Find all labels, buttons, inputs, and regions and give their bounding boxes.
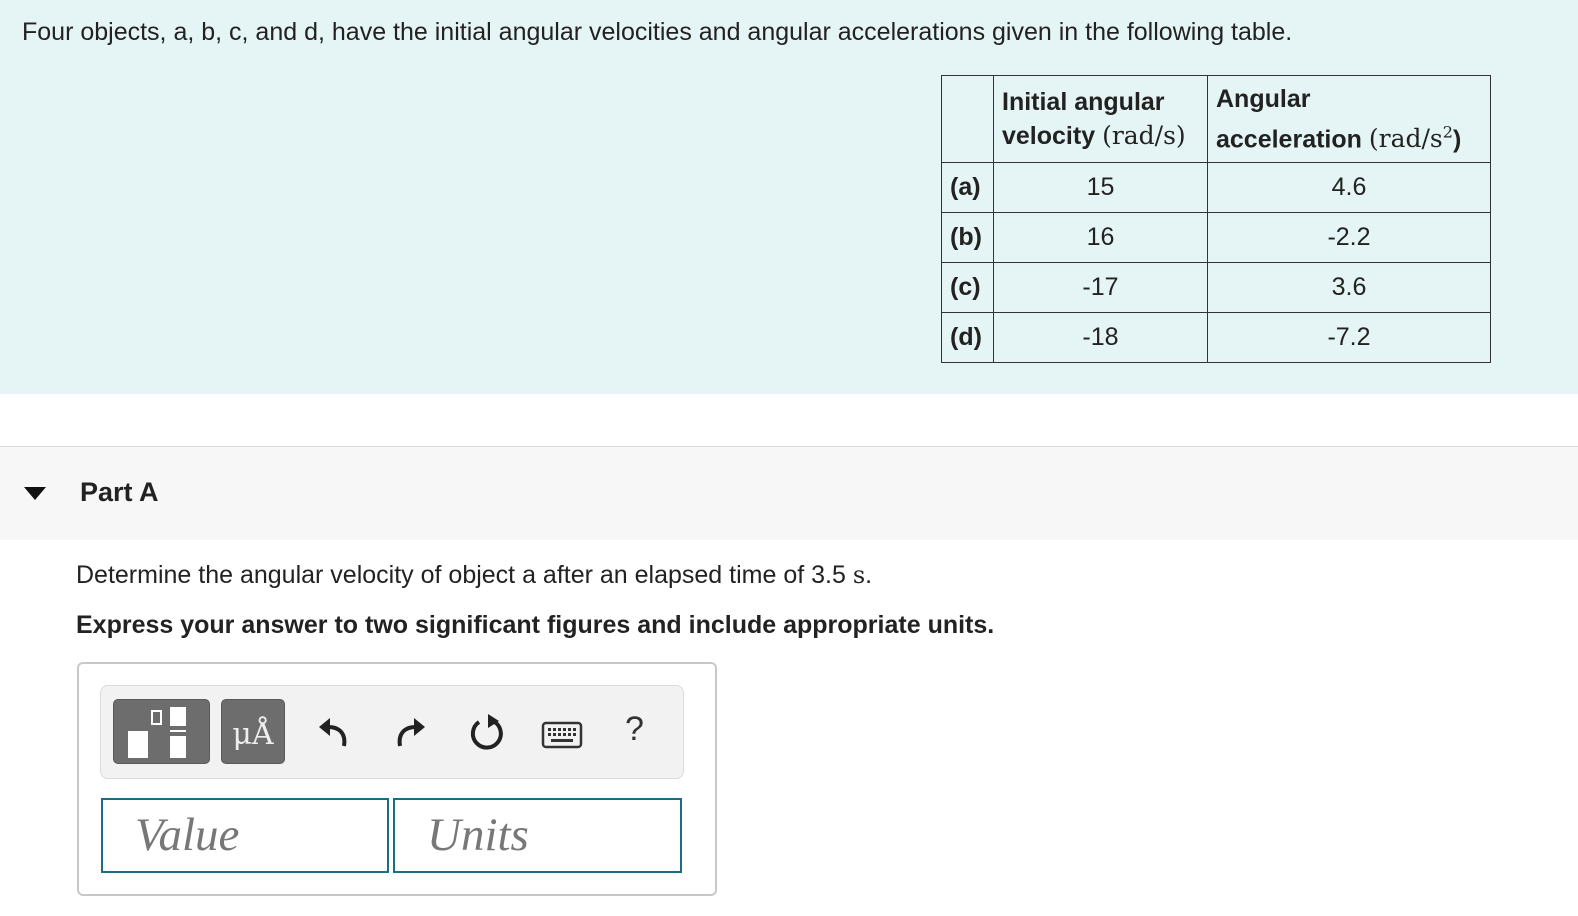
undo-icon: [319, 718, 347, 747]
row-label: (b): [941, 212, 994, 264]
row-velocity: -18: [993, 312, 1208, 364]
header-acceleration-unit-exp: 2: [1442, 123, 1453, 142]
row-velocity: 15: [993, 162, 1208, 214]
problem-intro-panel: Four objects, a, b, c, and d, have the i…: [0, 0, 1578, 394]
header-velocity-unit: (rad/s): [1102, 121, 1186, 151]
value-placeholder: Value: [135, 809, 240, 861]
table-row: (d) -18 -7.2: [941, 312, 1491, 364]
units-input[interactable]: Units: [393, 798, 682, 873]
units-icon: μÅ: [232, 717, 274, 752]
header-acceleration-word: acceleration: [1216, 125, 1362, 154]
redo-button[interactable]: [392, 712, 428, 752]
header-velocity-word: velocity: [1002, 122, 1096, 151]
part-title[interactable]: Part A: [80, 477, 159, 508]
question-text-main: Determine the angular velocity of object…: [76, 561, 853, 589]
table-row: (c) -17 3.6: [941, 262, 1491, 314]
redo-icon: [397, 718, 425, 747]
header-acceleration-unit: (rad/s2: [1368, 123, 1453, 154]
row-label: (a): [941, 162, 994, 214]
header-acceleration-line1: Angular: [1216, 85, 1311, 113]
question-text: Determine the angular velocity of object…: [76, 561, 872, 590]
header-acceleration-unit-post: ): [1452, 125, 1462, 154]
table-header-acceleration: Angular acceleration (rad/s2): [1207, 74, 1491, 164]
table-header-blank: [941, 74, 994, 164]
undo-button[interactable]: [316, 712, 352, 752]
row-velocity: 16: [993, 212, 1208, 264]
keyboard-button[interactable]: [541, 720, 583, 750]
row-acceleration: -7.2: [1207, 312, 1491, 364]
row-acceleration: -2.2: [1207, 212, 1491, 264]
reset-icon: [470, 714, 503, 750]
templates-icon: [128, 707, 186, 758]
problem-intro-text: Four objects, a, b, c, and d, have the i…: [22, 18, 1293, 46]
row-velocity: -17: [993, 262, 1208, 314]
table-row: (b) 16 -2.2: [941, 212, 1491, 264]
keyboard-icon: [541, 721, 583, 749]
question-period: .: [865, 561, 873, 589]
templates-button[interactable]: [113, 699, 210, 764]
table-row: (a) 15 4.6: [941, 162, 1491, 214]
row-label: (c): [941, 262, 994, 314]
row-acceleration: 4.6: [1207, 162, 1491, 214]
units-placeholder: Units: [427, 809, 529, 861]
data-table: Initial angular velocity (rad/s) Angular…: [941, 74, 1491, 364]
collapse-caret-icon[interactable]: [24, 487, 46, 500]
row-acceleration: 3.6: [1207, 262, 1491, 314]
value-input[interactable]: Value: [101, 798, 389, 873]
help-icon: ?: [625, 710, 644, 748]
question-unit: s: [852, 561, 866, 589]
header-acceleration-unit-pre: (rad/s: [1368, 124, 1443, 154]
header-velocity-line1: Initial angular: [1002, 88, 1165, 117]
units-button[interactable]: μÅ: [221, 699, 285, 764]
part-header[interactable]: [0, 447, 1578, 540]
table-header-row: Initial angular velocity (rad/s) Angular…: [941, 74, 1491, 164]
row-label: (d): [941, 312, 994, 364]
table-header-velocity: Initial angular velocity (rad/s): [993, 74, 1208, 164]
answer-instructions: Express your answer to two significant f…: [76, 611, 995, 639]
reset-button[interactable]: [467, 712, 507, 754]
help-button[interactable]: ?: [625, 710, 644, 749]
